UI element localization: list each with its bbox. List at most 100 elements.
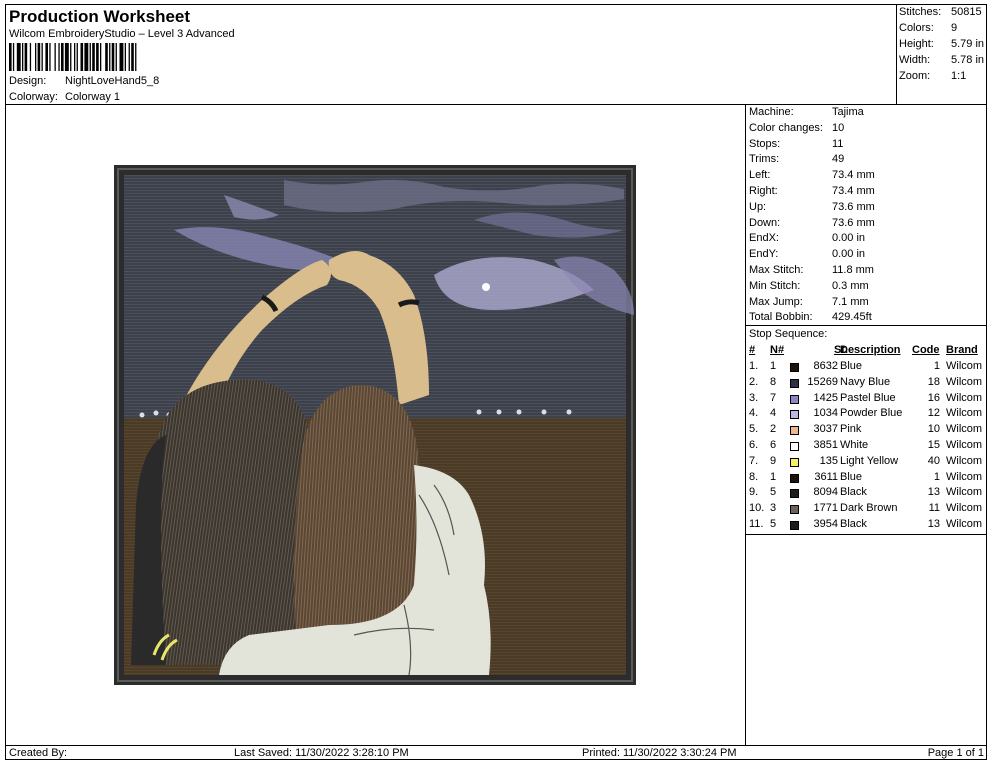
stop-num: 3. xyxy=(749,391,759,404)
stop-num: 4. xyxy=(749,407,759,420)
color-brand: Wilcom xyxy=(946,360,983,372)
color-swatch xyxy=(790,378,799,388)
color-brand: Wilcom xyxy=(946,375,983,388)
color-brand: Wilcom xyxy=(946,518,983,530)
stitch-count: 135 xyxy=(819,454,838,467)
color-description: Blue xyxy=(840,470,863,483)
color-brand: Wilcom xyxy=(946,439,983,451)
colorway-name: Colorway 1 xyxy=(65,91,121,103)
color-swatch xyxy=(790,410,799,420)
stitch-count: 1034 xyxy=(813,407,838,420)
stitch-count: 1771 xyxy=(813,502,838,515)
color-code: 11 xyxy=(928,502,940,515)
color-swatch xyxy=(790,473,799,483)
color-code: 16 xyxy=(927,391,940,404)
color-code: 18 xyxy=(927,375,940,388)
created-by: Created By: xyxy=(9,747,68,759)
color-description: White xyxy=(840,439,869,451)
printed-date: Printed: 11/30/2022 3:30:24 PM xyxy=(582,747,737,759)
stitch-count: 8094 xyxy=(813,486,838,499)
color-description: Powder Blue xyxy=(840,407,903,420)
color-brand: Wilcom xyxy=(946,391,983,404)
col-header-code: Code xyxy=(912,344,940,356)
color-swatch xyxy=(790,363,799,372)
summary-row: Width: 5.78 in xyxy=(899,54,985,66)
summary-row: Height: 5.79 in xyxy=(899,38,985,50)
needle-num: 5 xyxy=(770,518,777,530)
design-summary: Stitches: 50815 Colors: 9 Height: 5.79 in W… xyxy=(896,5,987,105)
barcode-icon xyxy=(9,43,137,71)
color-code: 10 xyxy=(927,423,940,436)
stitch-count: 3037 xyxy=(813,423,838,436)
stitch-count: 15269 xyxy=(807,375,838,388)
color-description: Black xyxy=(840,518,867,530)
summary-row: Zoom: 1:1 xyxy=(899,70,967,82)
col-header-num: # xyxy=(749,344,756,356)
col-header-description: Description xyxy=(840,344,901,356)
stitch-count: 3954 xyxy=(813,518,838,530)
machine-info-panel: Machine: Tajima Color changes: 10 Stops: 11 Tr… xyxy=(746,105,987,535)
worksheet-footer: Created By: Last Saved: 11/30/2022 3:28:… xyxy=(6,745,987,760)
color-description: Navy Blue xyxy=(840,375,891,388)
production-worksheet: Production Worksheet Wilcom EmbroiderySt… xyxy=(5,4,987,760)
worksheet-header: Production Worksheet Wilcom EmbroiderySt… xyxy=(6,5,896,105)
color-brand: Wilcom xyxy=(946,423,983,436)
color-swatch xyxy=(790,521,799,530)
stitch-count: 3611 xyxy=(814,470,838,483)
stop-num: 5. xyxy=(749,423,759,436)
needle-num: 1 xyxy=(770,360,777,372)
color-description: Pink xyxy=(840,423,862,436)
color-swatch xyxy=(790,442,799,451)
design-name: NightLoveHand5_8 xyxy=(65,75,160,87)
summary-row: Stitches: 50815 xyxy=(899,6,982,18)
stop-num: 11. xyxy=(749,518,764,530)
col-header-brand: Brand xyxy=(946,344,978,356)
color-code: 1 xyxy=(933,360,940,372)
color-swatch xyxy=(790,394,799,404)
stop-num: 7. xyxy=(749,454,759,467)
color-swatch xyxy=(790,457,799,467)
stitch-count: 3851 xyxy=(813,439,838,451)
design-preview xyxy=(6,105,746,745)
color-code: 13 xyxy=(927,486,940,499)
color-brand: Wilcom xyxy=(946,470,983,483)
needle-num: 7 xyxy=(770,391,777,404)
needle-num: 9 xyxy=(770,454,777,467)
design-label: Design: xyxy=(9,75,47,87)
stop-num: 10. xyxy=(749,502,765,515)
color-code: 15 xyxy=(927,439,940,451)
stitch-count: 8632 xyxy=(813,360,838,372)
page-title: Production Worksheet xyxy=(9,7,191,26)
software-name: Wilcom EmbroideryStudio – Level 3 Advanc… xyxy=(9,28,235,40)
color-swatch xyxy=(790,489,799,499)
needle-num: 8 xyxy=(770,375,777,388)
col-header-needle: N# xyxy=(770,344,785,356)
color-code: 40 xyxy=(927,454,940,467)
stop-num: 8. xyxy=(749,470,759,483)
color-code: 1 xyxy=(933,470,940,483)
divider xyxy=(746,325,987,326)
color-brand: Wilcom xyxy=(946,502,983,515)
color-brand: Wilcom xyxy=(946,407,983,420)
embroidery-design-image xyxy=(114,165,636,685)
color-description: Black xyxy=(840,486,867,499)
color-description: Dark Brown xyxy=(840,502,898,515)
color-brand: Wilcom xyxy=(946,454,983,467)
stop-num: 1. xyxy=(749,360,759,372)
color-code: 12 xyxy=(927,407,940,420)
color-code: 13 xyxy=(927,518,940,530)
color-description: Blue xyxy=(840,360,863,372)
color-brand: Wilcom xyxy=(946,486,983,499)
color-swatch xyxy=(790,426,799,436)
color-description: Light Yellow xyxy=(840,454,899,467)
page-number: Page 1 of 1 xyxy=(927,747,984,759)
stitch-count: 1425 xyxy=(813,391,838,404)
last-saved: Last Saved: 11/30/2022 3:28:10 PM xyxy=(234,747,409,759)
needle-num: 2 xyxy=(770,423,777,436)
stop-num: 6. xyxy=(749,439,759,451)
needle-num: 1 xyxy=(770,470,777,483)
color-swatch xyxy=(790,505,799,515)
needle-num: 6 xyxy=(770,439,777,451)
colorway-label: Colorway: xyxy=(9,91,58,103)
stop-sequence-title: Stop Sequence: xyxy=(749,328,828,340)
